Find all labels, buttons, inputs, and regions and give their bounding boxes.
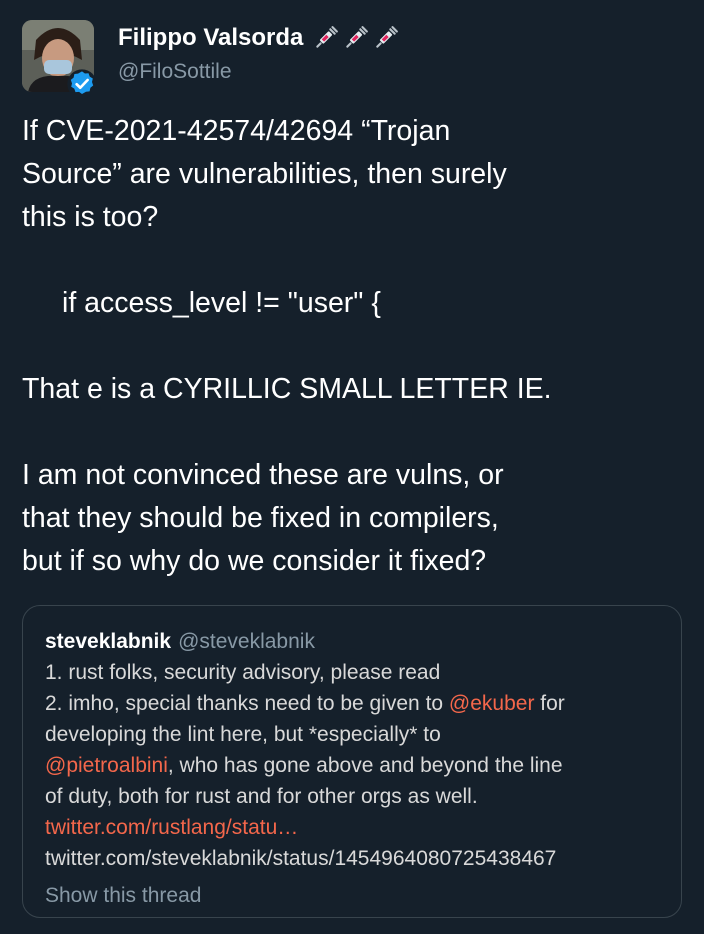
quoted-author-handle[interactable]: @steveklabnik [178,626,315,657]
quoted-author-row: steveklabnik @steveklabnik [45,626,665,657]
quoted-line: 1. rust folks, security advisory, please… [45,661,441,684]
name-emoji-group [313,25,399,51]
author-handle[interactable]: @FiloSottile [118,60,232,84]
author-name-row[interactable]: Filippo Valsorda [118,24,399,52]
quoted-tweet-card[interactable]: steveklabnik @steveklabnik 1. rust folks… [22,605,682,918]
quoted-text: , who has gone above and beyond the line [167,754,563,777]
quoted-line: of duty, both for rust and for other org… [45,785,478,808]
syringe-icon [346,26,369,48]
author-display-name[interactable]: Filippo Valsorda [118,24,303,52]
quoted-line: 2. imho, special thanks need to be given… [45,688,665,719]
tweet-line: that they should be fixed in compilers, [22,502,499,534]
quoted-status-url[interactable]: twitter.com/steveklabnik/status/14549640… [45,843,665,874]
quoted-text: 2. imho, special thanks need to be given… [45,692,449,715]
syringe-icon [316,26,339,48]
syringe-icon [376,26,399,48]
tweet-line: I am not convinced these are vulns, or [22,459,504,491]
mention-link-ekuber[interactable]: @ekuber [449,692,535,715]
verified-badge-icon [67,69,97,99]
tweet-code-line: if access_level != "user" { [62,287,381,319]
tweet-line: That e is a CYRILLIC SMALL LETTER IE. [22,373,552,405]
quoted-author-name[interactable]: steveklabnik [45,626,171,657]
tweet-line: this is too? [22,201,159,233]
show-thread-link[interactable]: Show this thread [45,880,665,911]
tweet-line: If CVE-2021-42574/42694 “Trojan [22,115,451,147]
mention-link-pietroalbini[interactable]: @pietroalbini [45,754,168,777]
quoted-text: for [534,692,565,715]
quoted-line: developing the lint here, but *especiall… [45,723,441,746]
tweet-body: If CVE-2021-42574/42694 “Trojan Source” … [22,110,682,583]
tweet-line: Source” are vulnerabilities, then surely [22,158,507,190]
quoted-link[interactable]: twitter.com/rustlang/statu… [45,812,665,843]
quoted-line: @pietroalbini, who has gone above and be… [45,750,665,781]
tweet-line: but if so why do we consider it fixed? [22,545,487,577]
